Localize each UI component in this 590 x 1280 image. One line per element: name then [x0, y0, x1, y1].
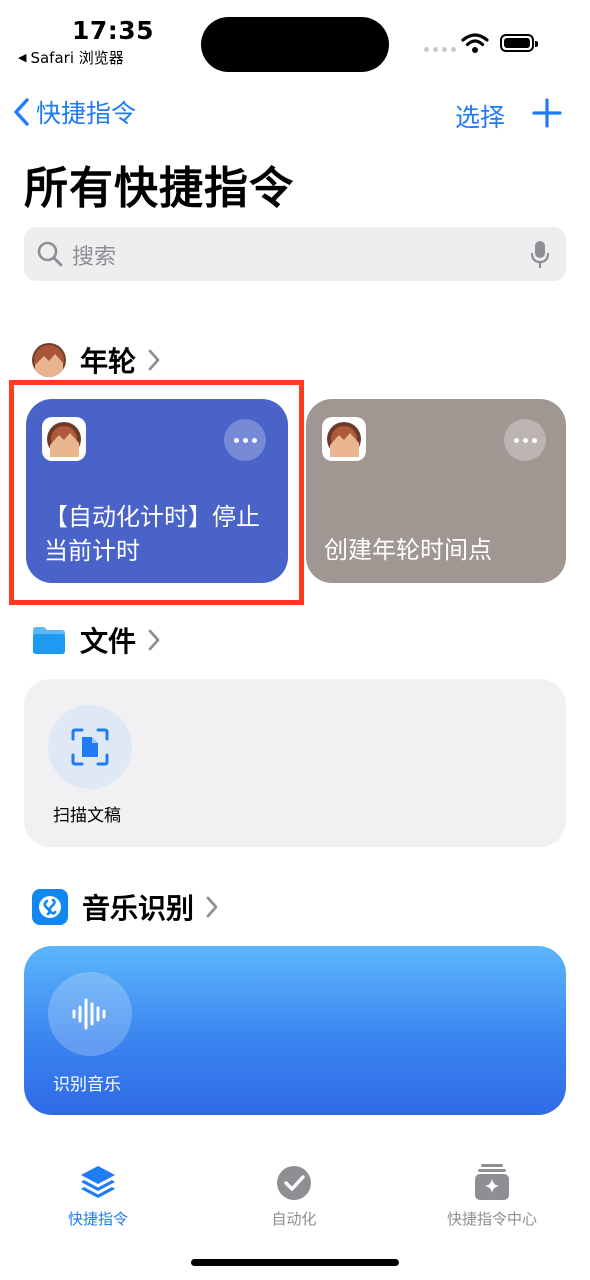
status-time: 17:35	[72, 16, 155, 45]
folder-icon	[33, 627, 65, 654]
gallery-sparkle-icon	[475, 1164, 509, 1200]
wifi-icon	[461, 33, 489, 53]
battery-icon	[500, 34, 538, 52]
document-scan-icon	[71, 728, 109, 766]
select-button[interactable]: 选择	[455, 98, 505, 134]
chevron-right-icon	[148, 349, 160, 371]
search-field[interactable]: 搜索	[24, 227, 566, 281]
tab-automation[interactable]: 自动化	[246, 1164, 342, 1229]
tab-label: 自动化	[271, 1210, 317, 1228]
section-label: 文件	[80, 625, 137, 658]
layers-icon	[81, 1166, 115, 1198]
tab-label: 快捷指令	[67, 1210, 128, 1228]
files-shortcuts-container: 扫描文稿	[24, 679, 566, 847]
search-icon	[37, 241, 63, 267]
chevron-left-icon	[14, 98, 29, 126]
cellular-signal-icon	[424, 47, 456, 52]
more-options-button[interactable]	[504, 419, 546, 461]
scan-document-button[interactable]	[48, 705, 132, 789]
music-recognition-card[interactable]: 识别音乐	[24, 946, 566, 1115]
back-to-app-link[interactable]: ◀ Safari 浏览器	[18, 47, 124, 68]
back-triangle-icon: ◀	[18, 51, 27, 64]
back-app-label: Safari 浏览器	[30, 49, 124, 67]
tab-shortcuts[interactable]: 快捷指令	[50, 1162, 146, 1229]
section-label: 音乐识别	[82, 892, 195, 925]
highlight-annotation	[9, 380, 304, 605]
recognize-music-label: 识别音乐	[53, 1075, 121, 1095]
clock-check-icon	[277, 1166, 311, 1200]
nianlun-app-icon	[32, 343, 66, 377]
waveform-icon	[72, 998, 106, 1030]
microphone-icon[interactable]	[530, 240, 550, 270]
section-header-music[interactable]: 音乐识别	[32, 887, 218, 927]
page-title: 所有快捷指令	[24, 163, 294, 214]
add-shortcut-button[interactable]	[532, 98, 562, 128]
scan-document-label: 扫描文稿	[53, 806, 121, 826]
section-header-files[interactable]: 文件	[32, 620, 160, 660]
nav-back-label: 快捷指令	[36, 99, 137, 128]
shortcut-card-create-timepoint[interactable]: 创建年轮时间点	[306, 399, 566, 583]
tab-gallery[interactable]: 快捷指令中心	[436, 1162, 548, 1229]
nav-back-button[interactable]: 快捷指令	[12, 94, 136, 130]
search-placeholder: 搜索	[72, 245, 117, 270]
chevron-right-icon	[148, 629, 160, 651]
dynamic-island	[201, 17, 389, 72]
home-indicator	[191, 1259, 399, 1266]
tab-label: 快捷指令中心	[446, 1210, 537, 1228]
section-header-nianlun[interactable]: 年轮	[32, 340, 160, 380]
section-label: 年轮	[80, 345, 137, 378]
shazam-icon	[32, 889, 68, 925]
shortcut-title: 创建年轮时间点	[324, 536, 492, 564]
nianlun-app-icon	[322, 417, 366, 461]
recognize-music-button[interactable]	[48, 972, 132, 1056]
chevron-right-icon	[206, 896, 218, 918]
